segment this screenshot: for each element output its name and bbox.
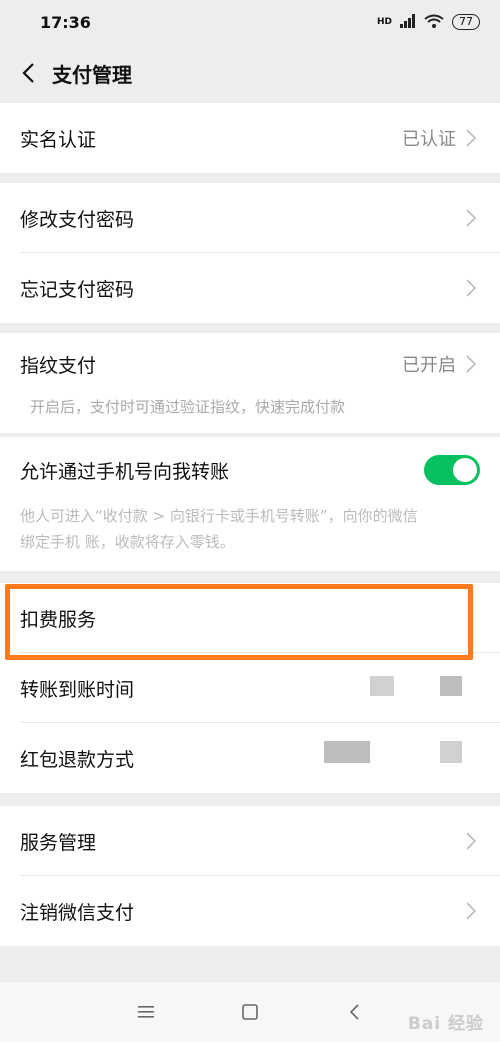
- redaction-block: [440, 676, 462, 696]
- row-fingerprint-pay[interactable]: 指纹支付 已开启: [0, 333, 500, 395]
- row-transfer-arrival-time[interactable]: 转账到账时间: [0, 653, 500, 723]
- group-password: 修改支付密码 忘记支付密码: [0, 183, 500, 323]
- chevron-right-icon: [466, 277, 480, 299]
- wifi-icon: [424, 14, 444, 31]
- chevron-right-icon: [466, 900, 480, 922]
- row-label: 注销微信支付: [20, 901, 135, 924]
- toggle-knob: [453, 458, 477, 482]
- row-label: 允许通过手机号向我转账: [20, 460, 230, 483]
- row-right: 已开启: [402, 351, 480, 377]
- row-cancel-wechat-pay[interactable]: 注销微信支付: [0, 876, 500, 946]
- network-label: HD: [376, 17, 392, 27]
- phone-transfer-description: 他人可进入“收付款 > 向银行卡或手机号转账”，向你的微信 绑定手机 账，收款将…: [0, 503, 500, 571]
- redaction-block: [324, 741, 370, 763]
- back-icon[interactable]: [6, 51, 50, 95]
- row-label: 红包退款方式: [20, 748, 135, 771]
- chevron-right-icon: [466, 353, 480, 375]
- group-verification: 实名认证 已认证: [0, 103, 500, 173]
- redaction-block: [440, 741, 462, 763]
- row-label: 转账到账时间: [20, 678, 135, 701]
- nav-header: 支付管理: [0, 44, 500, 102]
- description-line: 绑定手机 账，收款将存入零钱。: [20, 533, 235, 551]
- page-title: 支付管理: [52, 62, 132, 87]
- back-nav-icon[interactable]: [302, 982, 406, 1042]
- chevron-right-icon: [466, 127, 480, 149]
- battery-icon: 77: [452, 14, 480, 30]
- row-service-management[interactable]: 服务管理: [0, 806, 500, 876]
- chevron-right-icon: [466, 207, 480, 229]
- description-line: 他人可进入“收付款 > 向银行卡或手机号转账”，向你的微信: [20, 507, 418, 525]
- row-value: 已认证: [402, 129, 456, 150]
- highlight-box: [5, 584, 473, 660]
- group-account: 服务管理 注销微信支付: [0, 806, 500, 946]
- row-real-name[interactable]: 实名认证 已认证: [0, 103, 500, 173]
- row-value: 已开启: [402, 355, 456, 376]
- row-label: 指纹支付: [20, 354, 97, 377]
- signal-icon: [400, 13, 416, 31]
- chevron-right-icon: [466, 830, 480, 852]
- row-right: 已认证: [402, 125, 480, 151]
- watermark: Bai 经验: [407, 1014, 484, 1034]
- row-red-packet-refund[interactable]: 红包退款方式: [0, 723, 500, 793]
- status-icons: HD 77: [376, 13, 480, 31]
- row-phone-transfer: 允许通过手机号向我转账: [0, 437, 500, 503]
- row-label: 服务管理: [20, 831, 97, 854]
- menu-icon[interactable]: [94, 982, 198, 1042]
- row-label: 忘记支付密码: [20, 278, 135, 301]
- status-bar: 17:36 HD 77: [0, 0, 500, 44]
- row-label: 实名认证: [20, 128, 97, 151]
- phone-transfer-toggle[interactable]: [424, 455, 480, 485]
- home-icon[interactable]: [198, 982, 302, 1042]
- group-phone-transfer: 允许通过手机号向我转账 他人可进入“收付款 > 向银行卡或手机号转账”，向你的微…: [0, 437, 500, 571]
- group-fingerprint: 指纹支付 已开启 开启后，支付时可通过验证指纹，快速完成付款: [0, 333, 500, 433]
- fingerprint-description: 开启后，支付时可通过验证指纹，快速完成付款: [30, 398, 346, 416]
- status-time: 17:36: [40, 12, 91, 32]
- row-change-password[interactable]: 修改支付密码: [0, 183, 500, 253]
- redaction-block: [370, 676, 394, 696]
- row-label: 修改支付密码: [20, 208, 135, 231]
- row-forgot-password[interactable]: 忘记支付密码: [0, 253, 500, 323]
